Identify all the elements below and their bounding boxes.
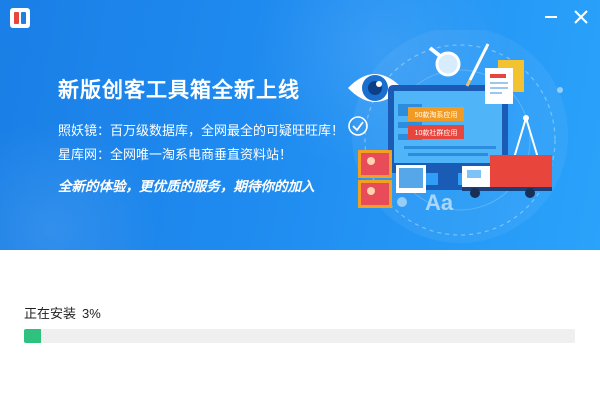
promo-banner: 新版创客工具箱全新上线 照妖镜：百万级数据库，全网最全的可疑旺旺库！ 星库网：全… <box>0 0 600 250</box>
screen-label-taoxi: 50款淘系应用 <box>415 110 458 119</box>
close-icon <box>574 10 588 24</box>
promo-illustration: 50款淘系应用 10款社群应用 Aa <box>348 30 568 243</box>
install-status-label: 正在安装 <box>24 306 77 321</box>
install-progress-bar <box>24 329 575 343</box>
screen-label-shequn: 10款社群应用 <box>415 128 458 137</box>
promo-line-zhaoyaojing: 照妖镜：百万级数据库，全网最全的可疑旺旺库！ <box>58 123 345 138</box>
promo-line-xingkuwang: 星库网：全网唯一淘系电商垂直资料站！ <box>58 147 293 162</box>
text-glyph: Aa <box>425 190 454 215</box>
close-button[interactable] <box>570 6 592 28</box>
installer-window: 新版创客工具箱全新上线 照妖镜：百万级数据库，全网最全的可疑旺旺库！ 星库网：全… <box>0 0 600 400</box>
promo-title: 新版创客工具箱全新上线 <box>58 79 300 102</box>
install-status: 正在安装 3% <box>24 303 101 322</box>
minimize-icon <box>545 16 557 18</box>
minimize-button[interactable] <box>540 6 562 28</box>
install-progress-fill <box>24 329 41 343</box>
promo-slogan: 全新的体验，更优质的服务，期待你的加入 <box>58 179 315 194</box>
install-percent: 3% <box>82 306 101 321</box>
app-logo-icon <box>10 8 30 28</box>
